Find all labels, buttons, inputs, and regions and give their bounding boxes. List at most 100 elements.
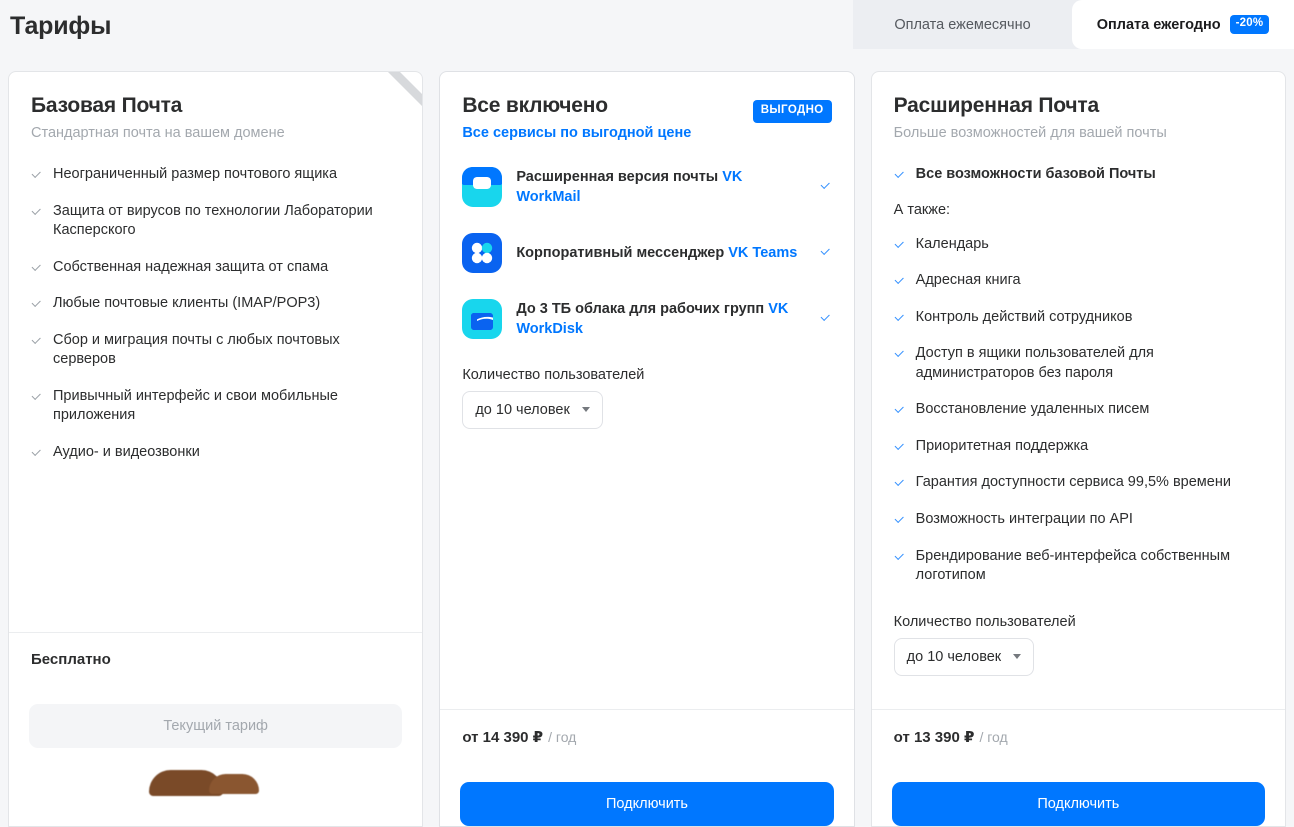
service-text: До 3 ТБ облака для рабочих групп	[516, 300, 769, 317]
service-label: Расширенная версия почты VK WorkMail	[516, 167, 805, 207]
card-subtitle: Стандартная почта на вашем домене	[31, 125, 285, 142]
price-area: от 14 390 ₽ / год	[440, 709, 854, 764]
feature-label: Контроль действий сотрудников	[915, 308, 1133, 325]
vk-teams-icon	[462, 232, 503, 273]
check-icon	[894, 443, 906, 455]
card-title: Базовая Почта	[31, 94, 183, 117]
price-area: от 13 390 ₽ / год	[871, 709, 1285, 764]
users-count-label: Количество пользователей	[462, 366, 645, 383]
feature-label: Любые почтовые клиенты (IMAP/POP3)	[53, 295, 321, 312]
users-count-value: до 10 человек	[475, 401, 570, 418]
pricing-card-all-inclusive: Все включено Все сервисы по выгодной цен…	[439, 71, 855, 827]
users-count-block: Количество пользователей до 10 человек	[462, 367, 831, 429]
subscribe-button[interactable]: Подключить	[891, 782, 1265, 826]
card-subtitle: Больше возможностей для вашей почты	[893, 125, 1167, 142]
check-icon	[31, 337, 43, 349]
check-icon	[820, 313, 832, 325]
card-title-row: Все включено Все сервисы по выгодной цен…	[462, 94, 832, 143]
page-header: Тарифы Оплата ежемесячно Оплата ежегодно…	[0, 0, 1294, 49]
feature-label: Доступ в ящики пользователей для админис…	[915, 345, 1154, 381]
also-label: А также:	[893, 201, 951, 218]
current-plan-button[interactable]: Текущий тариф	[29, 704, 403, 748]
price-value: Бесплатно	[31, 651, 111, 668]
discount-badge: -20%	[1229, 15, 1270, 34]
check-icon	[820, 181, 832, 193]
users-count-block: Количество пользователей до 10 человек	[893, 614, 1263, 676]
feature-label: Восстановление удаленных писем	[915, 401, 1150, 418]
feature-item: Приоритетная поддержка	[894, 437, 1263, 457]
card-body: Расширенная Почта Больше возможностей дл…	[872, 72, 1285, 709]
feature-item: Гарантия доступности сервиса 99,5% време…	[894, 473, 1263, 493]
pricing-card-extended: Расширенная Почта Больше возможностей дл…	[870, 71, 1286, 827]
check-icon	[894, 553, 906, 565]
feature-label: Брендирование веб-интерфейса собственным…	[915, 547, 1231, 584]
feature-item: Собственная надежная защита от спама	[31, 258, 400, 278]
check-icon	[894, 479, 906, 491]
check-icon	[31, 264, 43, 276]
price-value: от 14 390 ₽	[462, 729, 544, 746]
feature-label: Все возможности базовой Почты	[915, 165, 1156, 182]
feature-list-extra: Календарь Адресная книга Контроль действ…	[894, 235, 1263, 586]
price-area: Бесплатно	[9, 632, 423, 686]
card-title-row: Базовая Почта Стандартная почта на вашем…	[31, 94, 400, 143]
subscribe-button[interactable]: Подключить	[460, 782, 834, 826]
price-value: от 13 390 ₽	[893, 729, 975, 746]
feature-item: Доступ в ящики пользователей для админис…	[894, 344, 1263, 383]
service-brand: VK Teams	[728, 244, 798, 261]
card-body: Все включено Все сервисы по выгодной цен…	[440, 72, 853, 709]
feature-item: Контроль действий сотрудников	[894, 308, 1263, 328]
feature-label: Приоритетная поддержка	[915, 437, 1089, 454]
feature-item: Защита от вирусов по технологии Лаборато…	[31, 202, 400, 241]
toggle-option-yearly[interactable]: Оплата ежегодно -20%	[1072, 0, 1294, 49]
service-list: Расширенная версия почты VK WorkMail Кор…	[462, 166, 832, 339]
billing-period-toggle[interactable]: Оплата ежемесячно Оплата ежегодно -20%	[853, 0, 1294, 49]
toggle-option-monthly[interactable]: Оплата ежемесячно	[853, 0, 1072, 49]
feature-label: Собственная надежная защита от спама	[53, 258, 329, 275]
feature-label: Календарь	[915, 235, 989, 252]
check-icon	[894, 314, 906, 326]
card-subtitle-link[interactable]: Все сервисы по выгодной цене	[462, 124, 691, 143]
check-icon	[894, 241, 906, 253]
service-text: Расширенная версия почты	[516, 168, 723, 185]
check-icon	[894, 406, 906, 418]
users-count-select[interactable]: до 10 человек	[893, 637, 1035, 676]
users-count-select[interactable]: до 10 человек	[462, 390, 603, 429]
feature-list: Неограниченный размер почтового ящика За…	[31, 165, 400, 463]
feature-label: Привычный интерфейс и свои мобильные при…	[53, 387, 338, 424]
service-row[interactable]: Расширенная версия почты VK WorkMail	[462, 166, 832, 207]
feature-item: Восстановление удаленных писем	[894, 400, 1263, 420]
check-icon	[31, 300, 43, 312]
feature-item: Календарь	[894, 235, 1263, 255]
feature-item: Брендирование веб-интерфейса собственным…	[894, 547, 1263, 586]
price-period: / год	[979, 729, 1008, 745]
value-ribbon-badge: ВЫГОДНО	[752, 100, 832, 123]
service-label: Корпоративный мессенджер VK Teams	[516, 243, 805, 263]
pricing-card-basic: Базовая Почта Стандартная почта на вашем…	[8, 71, 424, 827]
illustration-shape	[208, 774, 259, 794]
card-title: Все включено	[462, 94, 608, 117]
pricing-page: Тарифы Оплата ежемесячно Оплата ежегодно…	[0, 0, 1294, 827]
card-title: Расширенная Почта	[893, 94, 1100, 117]
feature-label: Гарантия доступности сервиса 99,5% време…	[915, 474, 1231, 491]
card-body: Базовая Почта Стандартная почта на вашем…	[9, 72, 422, 632]
feature-label: Защита от вирусов по технологии Лаборато…	[53, 202, 373, 239]
vk-workmail-icon	[462, 166, 503, 207]
check-icon	[31, 208, 43, 220]
pricing-cards: Базовая Почта Стандартная почта на вашем…	[0, 71, 1294, 827]
feature-list: Все возможности базовой Почты	[894, 165, 1263, 185]
feature-label: Адресная книга	[915, 272, 1021, 289]
card-footer: Подключить	[872, 764, 1285, 826]
feature-item: Аудио- и видеозвонки	[31, 443, 400, 463]
feature-item-highlight: Все возможности базовой Почты	[894, 165, 1263, 185]
feature-item: Сбор и миграция почты с любых почтовых с…	[31, 331, 400, 370]
service-row[interactable]: Корпоративный мессенджер VK Teams	[462, 232, 832, 273]
service-row[interactable]: До 3 ТБ облака для рабочих групп VK Work…	[462, 298, 832, 339]
feature-item: Любые почтовые клиенты (IMAP/POP3)	[31, 294, 400, 314]
check-icon	[820, 247, 832, 259]
feature-label: Сбор и миграция почты с любых почтовых с…	[53, 331, 340, 368]
check-icon	[31, 449, 43, 461]
toggle-option-monthly-label: Оплата ежемесячно	[894, 16, 1031, 33]
feature-label: Неограниченный размер почтового ящика	[53, 165, 338, 182]
card-footer: Подключить	[440, 764, 853, 826]
vk-workdisk-icon	[462, 298, 503, 339]
